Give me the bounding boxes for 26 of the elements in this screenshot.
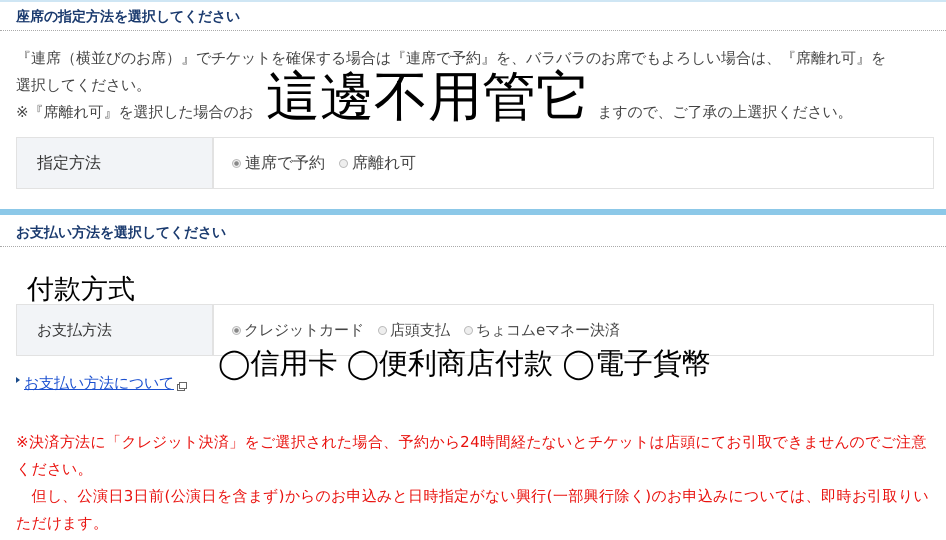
instruction-text: ますので、ご了承の上選択ください。	[598, 102, 853, 123]
instruction-text: 『連席（横並びのお席）』でチケットを確保する場合は『連席で予約』を、バラバラのお席でもよろしい場合は、『席離れ可』を	[16, 48, 886, 69]
radio-option[interactable]: 店頭支払	[378, 320, 450, 340]
radio-option[interactable]: クレジットカード	[232, 320, 364, 340]
payment-info-link[interactable]: お支払い方法について	[24, 374, 174, 393]
instruction-text: ※『席離れ可』を選択した場合のお	[16, 102, 254, 123]
external-window-icon	[177, 382, 187, 390]
section-heading: お支払い方法を選択してください	[0, 223, 946, 247]
instruction-text: 選択してください。	[16, 75, 151, 96]
annotation-text: ◯信用卡 ◯便利商店付款 ◯電子貨幣	[218, 345, 711, 382]
radio-option[interactable]: 席離れ可	[339, 152, 416, 174]
annotation-text: 付款方式	[27, 273, 135, 307]
annotation-text: 這邊不用管它	[266, 70, 590, 124]
radio-icon[interactable]	[232, 326, 241, 334]
notice-text: ※決済方法に「クレジット決済」をご選択された場合、予約から24時間経たないとチケットは店頭にてお引取できませんのでご注意ください。	[16, 432, 928, 480]
radio-option[interactable]: ちょコムeマネー決済	[464, 320, 620, 340]
field-label: お支払方法	[17, 305, 214, 355]
field-label: 指定方法	[17, 138, 214, 188]
bullet-icon	[16, 376, 20, 382]
radio-option[interactable]: 連席で予約	[232, 152, 325, 174]
notice-text: 但し、公演日3日前(公演日を含まず)からのお申込みと日時指定がない興行(一部興行除く)のお申込みについては、即時お引取りいただけます。	[16, 486, 930, 534]
radio-icon[interactable]	[464, 326, 473, 334]
radio-icon[interactable]	[339, 158, 348, 168]
radio-icon[interactable]	[378, 326, 387, 334]
radio-icon[interactable]	[232, 158, 241, 168]
section-heading: 座席の指定方法を選択してください	[0, 7, 946, 31]
